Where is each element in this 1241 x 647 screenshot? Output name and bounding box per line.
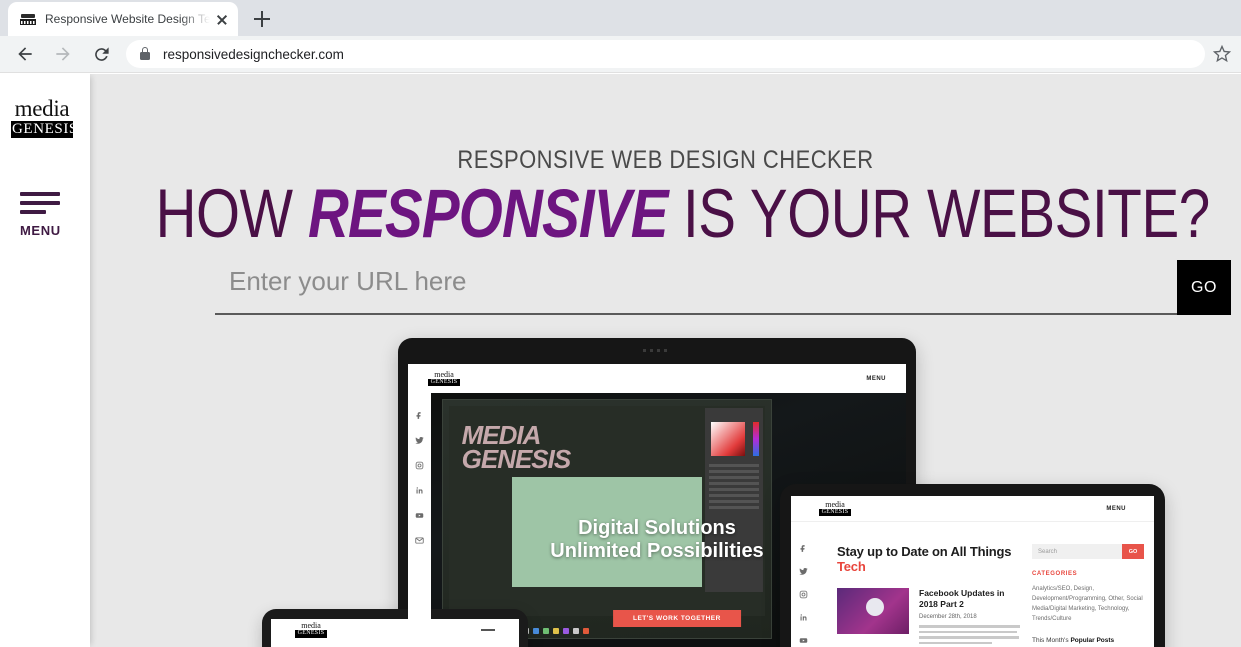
mock-hero-copy: Digital Solutions Unlimited Possibilitie… xyxy=(550,517,763,564)
mock-hero-line-2: Unlimited Possibilities xyxy=(550,540,764,563)
post-excerpt: Read More xyxy=(919,625,1020,647)
left-social-rail xyxy=(271,641,289,647)
back-arrow-icon[interactable] xyxy=(10,39,40,69)
laptop-camera-icon xyxy=(643,349,671,352)
post-date: December 28th, 2018 xyxy=(919,614,977,621)
close-icon[interactable] xyxy=(214,11,230,27)
web-page: media GENESIS MENU RESPONSIVE WEB DESIGN… xyxy=(0,74,1241,647)
page-content: RESPONSIVE WEB DESIGN CHECKER HOW RESPON… xyxy=(90,74,1241,647)
linkedin-icon xyxy=(800,614,806,621)
youtube-icon xyxy=(415,513,424,518)
tablet-screen-left: media GENESIS We've Got the Experience xyxy=(271,619,519,647)
blog-social-rail xyxy=(791,522,815,647)
left-mock-menu-icon xyxy=(481,629,495,631)
left-mock-header: media GENESIS xyxy=(271,619,519,641)
address-bar[interactable]: responsivedesignchecker.com xyxy=(126,40,1205,68)
color-picker-gradient xyxy=(711,422,745,456)
panel-rows xyxy=(709,464,759,512)
tablet-mockup-left: media GENESIS We've Got the Experience xyxy=(262,609,528,647)
ghost-line-2: GENESIS xyxy=(461,444,572,475)
mock-logo-media: media xyxy=(434,369,454,379)
hue-strip xyxy=(753,422,759,456)
mock-menu-label: MENU xyxy=(866,375,886,382)
photoshop-panel xyxy=(705,408,763,592)
reload-icon[interactable] xyxy=(86,39,116,69)
logo-media-text: media xyxy=(14,96,70,121)
blog-logo-genesis: GENESIS xyxy=(819,508,851,517)
tab-title: Responsive Website Design Teste xyxy=(45,12,210,26)
mock-site-header: media GENESIS MENU xyxy=(408,364,906,393)
url-text: responsivedesignchecker.com xyxy=(163,46,344,62)
menu-button[interactable]: MENU xyxy=(20,192,70,238)
twitter-icon xyxy=(415,436,424,444)
left-logo-genesis: GENESIS xyxy=(295,630,327,638)
post-title: Facebook Updates in 2018 Part 2 xyxy=(919,588,1005,610)
hamburger-icon xyxy=(20,192,70,214)
popular-strong: Popular Posts xyxy=(1070,636,1115,644)
browser-window: Responsive Website Design Teste responsi… xyxy=(0,0,1241,647)
twitter-icon xyxy=(798,567,808,575)
mock-cta-button[interactable]: LET'S WORK TOGETHER xyxy=(612,610,741,628)
left-logo-media: media xyxy=(301,621,321,631)
instagram-icon xyxy=(415,461,424,470)
blog-heading-accent: Tech xyxy=(837,559,866,574)
blog-search-input[interactable]: Search xyxy=(1032,544,1122,559)
lock-icon xyxy=(138,47,151,61)
facebook-icon xyxy=(416,412,421,419)
ghost-brand-text: MEDIA GENESIS xyxy=(461,422,572,475)
social-rail xyxy=(408,393,431,647)
blog-post-item[interactable]: Facebook Updates in 2018 Part 2 December… xyxy=(837,588,1020,647)
popular-posts-heading: This Month's Popular Posts xyxy=(1032,637,1144,644)
tablet-screen-right: media GENESIS MENU Stay up to Date on Al… xyxy=(791,496,1154,647)
plus-icon[interactable] xyxy=(248,5,276,33)
instagram-icon xyxy=(799,590,807,599)
menu-label: MENU xyxy=(20,223,61,238)
star-icon[interactable] xyxy=(1209,41,1235,67)
left-mock-logo: media GENESIS xyxy=(295,622,327,638)
post-thumbnail xyxy=(837,588,909,634)
email-icon xyxy=(415,537,424,544)
blog-search-go-button[interactable]: GO xyxy=(1122,544,1144,559)
mock-logo-genesis: GENESIS xyxy=(428,378,460,387)
device-mockups: media GENESIS MENU MEDIA GENESIS Digital… xyxy=(90,74,1241,647)
mock-hero-line-1: Digital Solutions xyxy=(578,516,736,539)
blog-logo-media: media xyxy=(825,499,845,509)
browser-toolbar: responsivedesignchecker.com xyxy=(0,36,1241,73)
linkedin-icon xyxy=(416,487,423,494)
mock-site-logo: media GENESIS xyxy=(428,369,460,387)
tab-strip: Responsive Website Design Teste xyxy=(0,0,1241,36)
blog-heading-pre: Stay up to Date on All Things xyxy=(837,544,1012,559)
youtube-icon xyxy=(799,638,807,643)
blog-sidebar: Search GO CATEGORIES Analytics/SEO, Desi… xyxy=(1032,544,1144,647)
blog-search-row: Search GO xyxy=(1032,544,1144,559)
site-logo[interactable]: media GENESIS xyxy=(11,96,78,139)
forward-arrow-icon[interactable] xyxy=(48,39,78,69)
logo-genesis-text: GENESIS xyxy=(11,120,78,139)
blog-menu-label: MENU xyxy=(1106,505,1126,512)
media-genesis-favicon xyxy=(20,11,36,27)
categories-list[interactable]: Analytics/SEO, Design, Development/Progr… xyxy=(1032,585,1144,625)
blog-main-column: Stay up to Date on All Things Tech Faceb… xyxy=(837,544,1020,647)
blog-site-logo: media GENESIS xyxy=(819,499,851,517)
tablet-mockup-right: media GENESIS MENU Stay up to Date on Al… xyxy=(780,484,1165,647)
blog-header: media GENESIS MENU xyxy=(791,496,1154,522)
popular-pre: This Month's xyxy=(1032,636,1071,644)
categories-heading: CATEGORIES xyxy=(1032,571,1078,577)
facebook-icon xyxy=(800,545,805,552)
browser-tab[interactable]: Responsive Website Design Teste xyxy=(8,2,238,36)
site-sidebar: media GENESIS MENU xyxy=(0,74,90,647)
blog-body: Stay up to Date on All Things Tech Faceb… xyxy=(815,522,1154,647)
blog-heading: Stay up to Date on All Things Tech xyxy=(837,544,1020,574)
